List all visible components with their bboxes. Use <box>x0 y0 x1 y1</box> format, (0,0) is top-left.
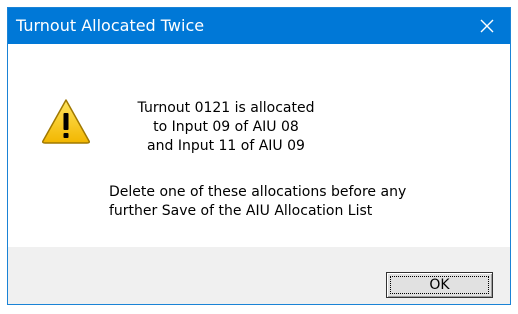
ok-button[interactable]: OK <box>386 272 493 298</box>
message-text: Turnout 0121 is allocated to Input 09 of… <box>108 99 344 156</box>
focus-rectangle <box>390 276 489 294</box>
message-line: and Input 11 of AIU 09 <box>147 138 305 154</box>
warning-icon <box>42 99 90 144</box>
close-button[interactable] <box>464 8 510 44</box>
close-icon <box>480 19 494 33</box>
dialog-body: Turnout 0121 is allocated to Input 09 of… <box>8 44 510 247</box>
dialog-title: Turnout Allocated Twice <box>16 16 205 35</box>
instruction-text: Delete one of these allocations before a… <box>109 183 489 221</box>
message-line: to Input 09 of AIU 08 <box>153 119 299 135</box>
button-bar: OK <box>8 247 510 304</box>
instruction-line: Delete one of these allocations before a… <box>109 184 407 200</box>
instruction-line: further Save of the AIU Allocation List <box>109 203 373 219</box>
message-line: Turnout 0121 is allocated <box>137 100 315 116</box>
title-bar[interactable]: Turnout Allocated Twice <box>8 8 510 44</box>
message-dialog: Turnout Allocated Twice Turnout 0121 is … <box>7 7 511 305</box>
